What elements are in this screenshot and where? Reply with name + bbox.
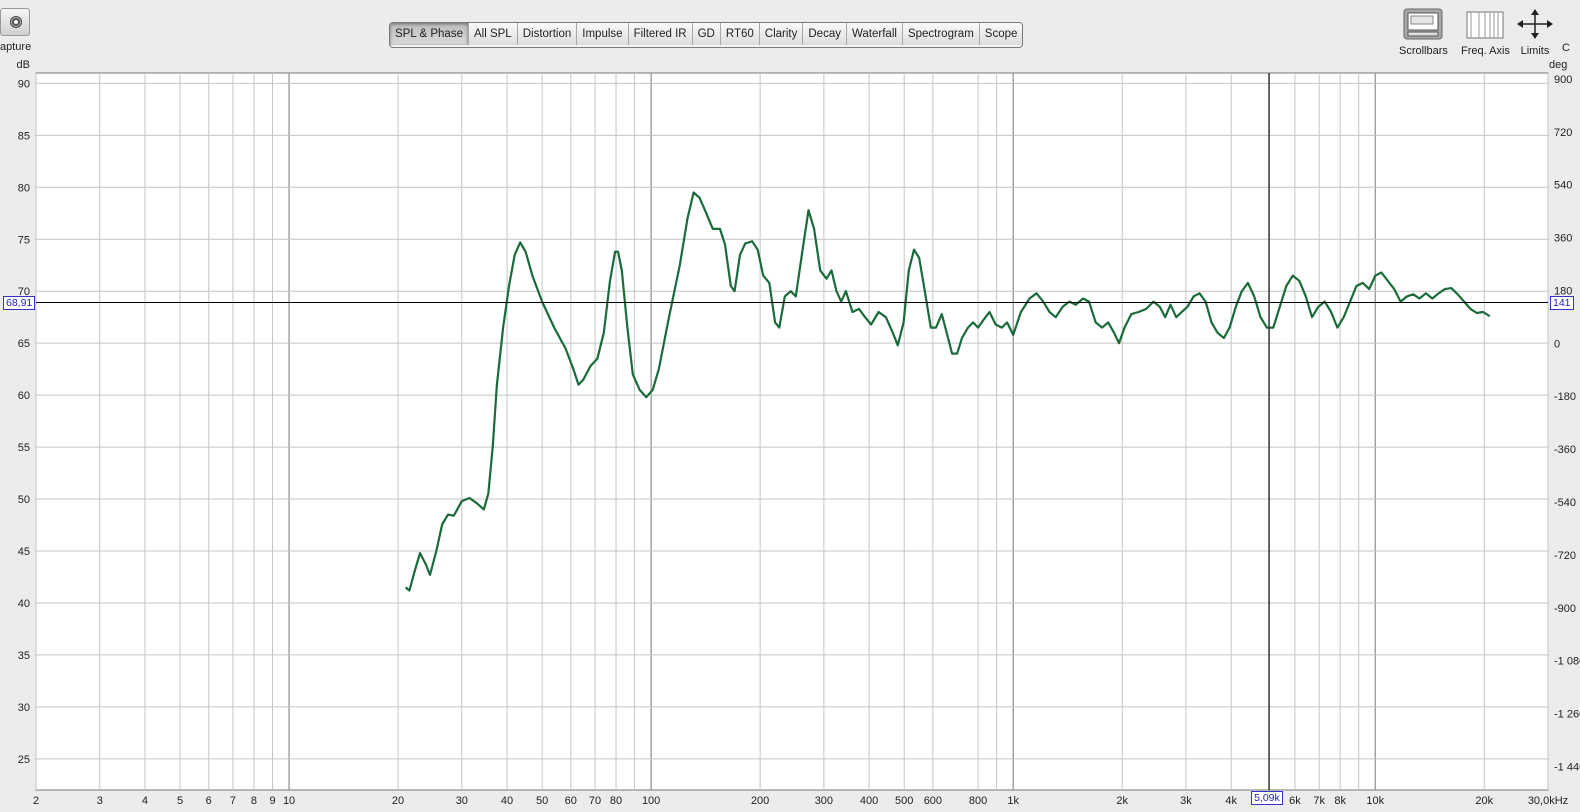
x-tick-label: 7 [230, 795, 236, 807]
x-tick-label: 50 [536, 795, 548, 807]
x-tick-label: 300 [815, 795, 833, 807]
x-tick-label: 30,0kHz [1528, 795, 1568, 807]
y2-tick-label: -360 [1554, 444, 1576, 456]
x-tick-label: 2 [33, 795, 39, 807]
x-tick-label: 6 [206, 795, 212, 807]
x-tick-label: 2k [1116, 795, 1128, 807]
x-tick-label: 800 [969, 795, 987, 807]
y2-tick-label: 720 [1554, 127, 1572, 139]
x-tick-label: 80 [610, 795, 622, 807]
x-tick-label: 3k [1180, 795, 1192, 807]
y2-tick-label: 540 [1554, 180, 1572, 192]
y-tick-label: 35 [18, 650, 30, 662]
y-tick-label: 60 [18, 390, 30, 402]
cursor-spl-readout: 68,91 [3, 295, 36, 310]
y2-tick-label: -1 080 [1554, 656, 1580, 668]
y2-tick-label: -540 [1554, 497, 1576, 509]
x-tick-label: 100 [642, 795, 660, 807]
y2-tick-label: 360 [1554, 233, 1572, 245]
y-tick-label: 65 [18, 338, 30, 350]
y-tick-label: 85 [18, 130, 30, 142]
x-tick-label: 500 [895, 795, 913, 807]
x-tick-label: 10 [283, 795, 295, 807]
y-tick-label: 45 [18, 546, 30, 558]
y2-tick-label: -1 260 [1554, 709, 1580, 721]
y2-tick-label: 900 [1554, 74, 1572, 86]
y-tick-label: 40 [18, 598, 30, 610]
x-tick-label: 5 [177, 795, 183, 807]
y-tick-label: 25 [18, 754, 30, 766]
x-tick-label: 4k [1225, 795, 1237, 807]
x-tick-label: 60 [565, 795, 577, 807]
x-tick-label: 8k [1334, 795, 1346, 807]
x-tick-label: 200 [751, 795, 769, 807]
x-tick-label: 20k [1475, 795, 1493, 807]
x-tick-label: 400 [860, 795, 878, 807]
y-tick-label: 55 [18, 442, 30, 454]
spl-phase-graph[interactable]: 9085807570656055504540353025900720540360… [0, 0, 1580, 812]
y-tick-label: 50 [18, 494, 30, 506]
y2-tick-label: 0 [1554, 338, 1560, 350]
x-tick-label: 8 [251, 795, 257, 807]
x-tick-label: 9 [269, 795, 275, 807]
y-tick-label: 90 [18, 78, 30, 90]
x-tick-label: 10k [1366, 795, 1384, 807]
x-tick-label: 3 [97, 795, 103, 807]
y-tick-label: 75 [18, 234, 30, 246]
right-axis-unit: deg [1549, 59, 1567, 71]
x-tick-label: 20 [392, 795, 404, 807]
plot-area [35, 72, 1549, 791]
left-axis-unit: dB [17, 59, 30, 71]
y2-tick-label: -720 [1554, 550, 1576, 562]
x-tick-label: 4 [142, 795, 148, 807]
x-tick-label: 70 [589, 795, 601, 807]
x-tick-label: 1k [1007, 795, 1019, 807]
y-tick-label: 30 [18, 702, 30, 714]
x-tick-label: 600 [924, 795, 942, 807]
cursor-frequency-readout: 5,09k [1251, 791, 1283, 805]
y2-tick-label: -1 440 [1554, 761, 1580, 773]
x-tick-label: 30 [456, 795, 468, 807]
x-tick-label: 40 [501, 795, 513, 807]
y2-tick-label: -180 [1554, 391, 1576, 403]
x-tick-label: 6k [1289, 795, 1301, 807]
y2-tick-label: -900 [1554, 603, 1576, 615]
cursor-phase-readout: 141 [1550, 295, 1574, 310]
y-tick-label: 80 [18, 182, 30, 194]
x-tick-label: 7k [1313, 795, 1325, 807]
